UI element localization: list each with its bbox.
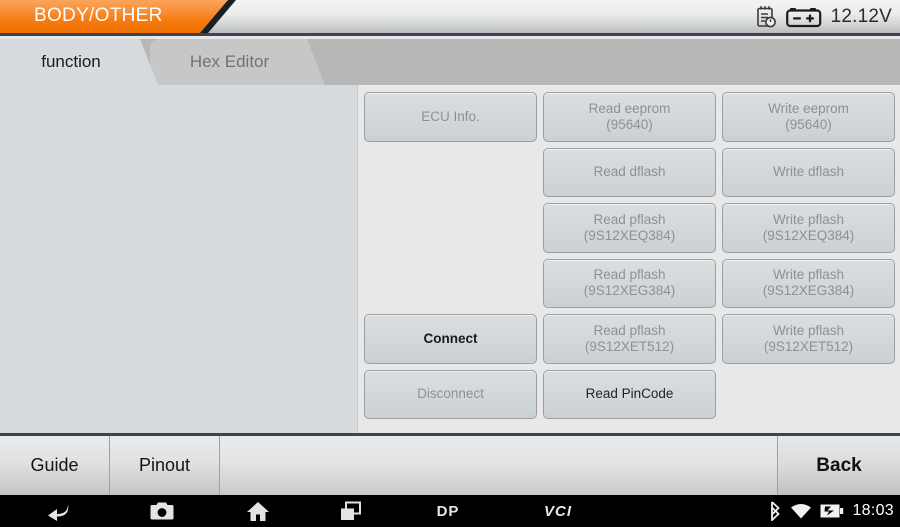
read-pflash-9s12xet512-button[interactable]: Read pflash (9S12XET512) [543,314,716,364]
button-label: Write dflash [772,164,845,180]
button-label: Write pflash [772,322,845,338]
toolbar-spacer [220,436,778,495]
write-dflash-button[interactable]: Write dflash [722,147,895,197]
button-label: Disconnect [417,386,484,402]
recent-apps-icon[interactable] [328,495,372,527]
car-battery-icon[interactable] [785,5,822,29]
nav-status-area: 18:03 [769,495,894,527]
grid-cell: Read pflash (9S12XEG384) [540,256,719,312]
grid-cell: Read PinCode [540,367,719,423]
dp-logo: DP [436,502,460,520]
button-sublabel: (9S12XEG384) [583,283,676,299]
button-label: Read pflash [593,267,666,283]
grid-cell-empty [719,367,898,423]
read-dflash-button[interactable]: Read dflash [543,147,716,197]
left-info-panel [0,85,358,433]
button-sublabel: (9S12XEG384) [762,283,855,299]
page-title: BODY/OTHER [34,5,163,26]
button-label: Read eeprom [588,100,671,116]
grid-cell: Read dflash [540,145,719,201]
grid-cell: Write pflash (9S12XET512) [719,311,898,367]
tab-function[interactable]: function [0,39,158,85]
button-label: ECU Info. [421,108,480,124]
grid-cell-empty [361,256,540,312]
grid-cell: Write dflash [719,145,898,201]
back-arrow-icon[interactable] [36,495,80,527]
grid-cell: Read pflash (9S12XET512) [540,311,719,367]
pinout-button[interactable]: Pinout [110,436,220,495]
grid-cell: Connect [361,311,540,367]
battery-charging-icon [820,503,844,519]
grid-cell-empty [361,200,540,256]
function-button-grid: ECU Info. Read eeprom (95640) Write eepr… [359,85,900,433]
diagnostic-app-window: BODY/OTHER 12.12V Hex Editor function EC… [0,0,900,527]
button-label: Read pflash [593,211,666,227]
read-pincode-button[interactable]: Read PinCode [543,369,716,419]
button-sublabel: (9S12XEQ384) [762,227,855,243]
grid-cell: Write pflash (9S12XEG384) [719,256,898,312]
button-sublabel: (95640) [606,116,653,132]
write-pflash-9s12xeg384-button[interactable]: Write pflash (9S12XEG384) [722,258,895,308]
button-sublabel: (95640) [785,116,832,132]
system-clock: 18:03 [852,502,894,519]
read-pflash-9s12xeq384-button[interactable]: Read pflash (9S12XEQ384) [543,203,716,253]
home-icon[interactable] [236,495,280,527]
tab-hex-editor[interactable]: Hex Editor [150,39,325,85]
write-pflash-9s12xeq384-button[interactable]: Write pflash (9S12XEQ384) [722,203,895,253]
button-sublabel: (9S12XEQ384) [583,227,676,243]
wifi-icon [790,502,812,520]
back-button[interactable]: Back [778,436,900,495]
read-pflash-9s12xeg384-button[interactable]: Read pflash (9S12XEG384) [543,258,716,308]
disconnect-button[interactable]: Disconnect [364,369,537,419]
button-label: Write pflash [772,211,845,227]
button-label: Write pflash [772,267,845,283]
connect-button[interactable]: Connect [364,314,537,364]
write-eeprom-95640-button[interactable]: Write eeprom (95640) [722,92,895,142]
grid-cell-empty [361,145,540,201]
grid-cell: Disconnect [361,367,540,423]
titlebar-status-area: 12.12V [755,0,892,33]
titlebar: BODY/OTHER 12.12V [0,0,900,36]
ecu-info-button[interactable]: ECU Info. [364,92,537,142]
battery-voltage: 12.12V [830,5,892,27]
button-sublabel: (9S12XET512) [584,338,675,354]
grid-cell: Read pflash (9S12XEQ384) [540,200,719,256]
read-eeprom-95640-button[interactable]: Read eeprom (95640) [543,92,716,142]
main-content: ECU Info. Read eeprom (95640) Write eepr… [0,85,900,433]
button-label: Connect [423,330,478,346]
tab-strip: Hex Editor function [0,39,900,85]
grid-cell: Read eeprom (95640) [540,89,719,145]
button-sublabel: (9S12XET512) [763,338,854,354]
guide-button[interactable]: Guide [0,436,110,495]
grid-cell: ECU Info. [361,89,540,145]
button-label: Read pflash [593,322,666,338]
button-label: Read dflash [593,164,666,180]
write-pflash-9s12xet512-button[interactable]: Write pflash (9S12XET512) [722,314,895,364]
grid-cell: Write pflash (9S12XEQ384) [719,200,898,256]
camera-icon[interactable] [140,495,184,527]
grid-cell: Write eeprom (95640) [719,89,898,145]
button-label: Write eeprom [768,100,849,116]
bottom-toolbar: Guide Pinout Back [0,433,900,495]
button-label: Read PinCode [585,386,674,402]
clipboard-clock-icon[interactable] [755,5,777,29]
vci-indicator: VCI [543,502,572,520]
android-navigation-bar: DP VCI 18:03 [0,495,900,527]
bluetooth-icon [769,501,782,521]
